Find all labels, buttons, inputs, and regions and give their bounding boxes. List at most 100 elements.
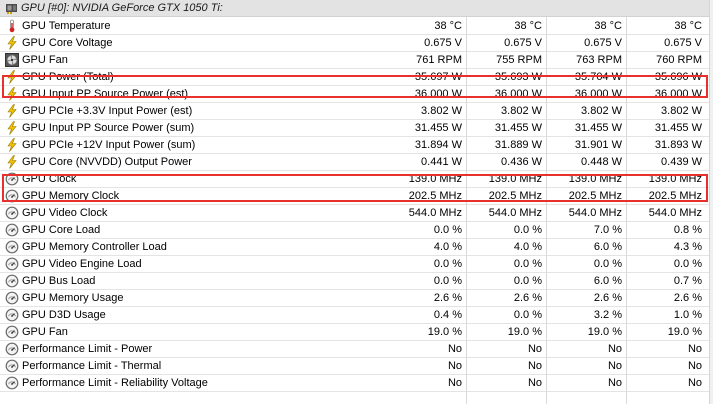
sensor-value-col3: 3.2 %	[593, 309, 622, 321]
sensor-value-col3: No	[607, 343, 622, 355]
gpu-group-header[interactable]: GPU [#0]: NVIDIA GeForce GTX 1050 Ti:	[0, 0, 713, 17]
sensor-value-col2: 0.436 W	[501, 156, 542, 168]
sensor-value-col4: No	[687, 360, 702, 372]
sensor-value-col4: 139.0 MHz	[648, 173, 702, 185]
sensor-label: Performance Limit - Thermal	[22, 360, 162, 372]
sensor-row-gpu-core-nvvdd-output-power[interactable]: GPU Core (NVVDD) Output Power 0.441 W 0.43…	[0, 154, 713, 171]
sensor-value-col1: 202.5 MHz	[408, 190, 462, 202]
sensor-value-col3: 31.455 W	[574, 122, 622, 134]
sensor-label: GPU Fan	[22, 326, 68, 338]
sensor-value-col1: 31.455 W	[414, 122, 462, 134]
sensor-row-gpu-bus-load[interactable]: GPU Bus Load 0.0 % 0.0 % 6.0 % 0.7 %	[0, 273, 713, 290]
sensor-value-col2: 544.0 MHz	[488, 207, 542, 219]
sensor-value-col1: 0.675 V	[424, 37, 462, 49]
sensor-value-col3: 19.0 %	[587, 326, 622, 338]
sensor-row-gpu-video-engine-load[interactable]: GPU Video Engine Load 0.0 % 0.0 % 0.0 % 0.0 …	[0, 256, 713, 273]
sensor-value-col2: 31.889 W	[494, 139, 542, 151]
sensor-value-col1: 4.0 %	[433, 241, 462, 253]
sensor-row-performance-limit-power[interactable]: Performance Limit - Power No No No No	[0, 341, 713, 358]
sensor-value-col2: 4.0 %	[513, 241, 542, 253]
sensor-row-gpu-fan[interactable]: GPU Fan 761 RPM 755 RPM 763 RPM 760 RPM	[0, 52, 713, 69]
sensor-value-col1: 0.0 %	[433, 258, 462, 270]
sensor-row-gpu-input-pp-source-power-est[interactable]: GPU Input PP Source Power (est) 36.000 W 3…	[0, 86, 713, 103]
sensor-label: GPU Fan	[22, 54, 68, 66]
sensor-label: Performance Limit - Power	[22, 343, 153, 355]
sensor-value-col4: 38 °C	[674, 20, 702, 32]
gauge-icon	[5, 342, 19, 356]
sensor-value-col2: 38 °C	[514, 20, 542, 32]
sensor-row-gpu-input-pp-source-power-sum[interactable]: GPU Input PP Source Power (sum) 31.455 W 3…	[0, 120, 713, 137]
sensor-value-col1: 0.0 %	[433, 224, 462, 236]
sensor-label: GPU Memory Usage	[22, 292, 124, 304]
sensor-value-col2: 0.0 %	[513, 309, 542, 321]
sensor-value-col2: 31.455 W	[494, 122, 542, 134]
column-divider	[466, 17, 467, 404]
sensor-value-col1: 544.0 MHz	[408, 207, 462, 219]
sensor-value-col4: 760 RPM	[656, 54, 702, 66]
sensor-label: GPU PCIe +12V Input Power (sum)	[22, 139, 196, 151]
sensor-label: GPU Power (Total)	[22, 71, 114, 83]
sensor-value-col3: No	[607, 360, 622, 372]
sensor-value-col3: 544.0 MHz	[568, 207, 622, 219]
sensor-row-gpu-power-total[interactable]: GPU Power (Total) 35.697 W 35.693 W 35.704 …	[0, 69, 713, 86]
sensor-value-col4: 0.0 %	[673, 258, 702, 270]
thermometer-icon	[5, 19, 19, 33]
sensor-label: GPU Memory Controller Load	[22, 241, 167, 253]
lightning-bolt-icon	[5, 155, 19, 169]
sensor-value-col4: 2.6 %	[673, 292, 702, 304]
sensor-value-col3: 0.448 W	[581, 156, 622, 168]
sensor-value-col2: No	[527, 343, 542, 355]
lightning-bolt-icon	[5, 70, 19, 84]
gauge-icon	[5, 291, 19, 305]
sensor-value-col4: 544.0 MHz	[648, 207, 702, 219]
sensor-row-gpu-fan[interactable]: GPU Fan 19.0 % 19.0 % 19.0 % 19.0 %	[0, 324, 713, 341]
sensor-row-gpu-memory-usage[interactable]: GPU Memory Usage 2.6 % 2.6 % 2.6 % 2.6 %	[0, 290, 713, 307]
sensor-value-col4: 19.0 %	[667, 326, 702, 338]
lightning-bolt-icon	[5, 138, 19, 152]
sensor-value-col1: No	[447, 360, 462, 372]
gpu-group-label: GPU [#0]: NVIDIA GeForce GTX 1050 Ti:	[21, 2, 223, 14]
sensor-value-col3: 2.6 %	[593, 292, 622, 304]
sensor-value-col4: 0.675 V	[664, 37, 702, 49]
gauge-icon	[5, 206, 19, 220]
sensor-row-gpu-pcie-12v-input-power-sum[interactable]: GPU PCIe +12V Input Power (sum) 31.894 W 3…	[0, 137, 713, 154]
sensor-row-performance-limit-reliability-voltage[interactable]: Performance Limit - Reliability Voltage N…	[0, 375, 713, 392]
column-divider	[546, 17, 547, 404]
sensor-value-col1: No	[447, 343, 462, 355]
sensor-value-col1: 761 RPM	[416, 54, 462, 66]
sensor-value-col1: 0.0 %	[433, 275, 462, 287]
vertical-scrollbar[interactable]	[709, 0, 713, 404]
sensor-label: GPU Core Load	[22, 224, 101, 236]
sensor-value-col1: 3.802 W	[421, 105, 462, 117]
sensor-row-performance-limit-thermal[interactable]: Performance Limit - Thermal No No No No	[0, 358, 713, 375]
sensor-value-col2: 139.0 MHz	[488, 173, 542, 185]
sensor-value-col1: 38 °C	[434, 20, 462, 32]
sensor-row-gpu-d3d-usage[interactable]: GPU D3D Usage 0.4 % 0.0 % 3.2 % 1.0 %	[0, 307, 713, 324]
sensor-value-col3: 7.0 %	[593, 224, 622, 236]
sensor-value-col1: 2.6 %	[433, 292, 462, 304]
sensor-value-col2: 0.0 %	[513, 258, 542, 270]
gpu-card-icon	[5, 1, 19, 15]
sensor-row-gpu-pcie-3-3v-input-power-est[interactable]: GPU PCIe +3.3V Input Power (est) 3.802 W 3…	[0, 103, 713, 120]
sensor-value-col2: 35.693 W	[494, 71, 542, 83]
sensor-value-col3: 0.0 %	[593, 258, 622, 270]
sensor-row-gpu-memory-controller-load[interactable]: GPU Memory Controller Load 4.0 % 4.0 % 6.0 …	[0, 239, 713, 256]
sensor-value-col4: 31.893 W	[654, 139, 702, 151]
sensor-value-col4: 36.000 W	[654, 88, 702, 100]
sensor-row-gpu-temperature[interactable]: GPU Temperature 38 °C 38 °C 38 °C 38 °C	[0, 18, 713, 35]
sensor-value-col4: 0.7 %	[673, 275, 702, 287]
sensor-value-col3: 31.901 W	[574, 139, 622, 151]
sensor-value-col3: 3.802 W	[581, 105, 622, 117]
sensor-row-gpu-video-clock[interactable]: GPU Video Clock 544.0 MHz 544.0 MHz 544.0 M…	[0, 205, 713, 222]
sensor-row-gpu-core-voltage[interactable]: GPU Core Voltage 0.675 V 0.675 V 0.675 V 0.6…	[0, 35, 713, 52]
sensor-label: GPU Video Engine Load	[22, 258, 142, 270]
sensor-row-gpu-memory-clock[interactable]: GPU Memory Clock 202.5 MHz 202.5 MHz 202.5 …	[0, 188, 713, 205]
sensor-value-col3: 36.000 W	[574, 88, 622, 100]
sensor-value-col4: 1.0 %	[673, 309, 702, 321]
sensor-value-col4: 4.3 %	[673, 241, 702, 253]
sensor-value-col2: No	[527, 360, 542, 372]
sensor-row-gpu-clock[interactable]: GPU Clock 139.0 MHz 139.0 MHz 139.0 MHz 139.…	[0, 171, 713, 188]
sensor-value-col4: 0.439 W	[661, 156, 702, 168]
sensor-value-col1: 0.441 W	[421, 156, 462, 168]
sensor-row-gpu-core-load[interactable]: GPU Core Load 0.0 % 0.0 % 7.0 % 0.8 %	[0, 222, 713, 239]
